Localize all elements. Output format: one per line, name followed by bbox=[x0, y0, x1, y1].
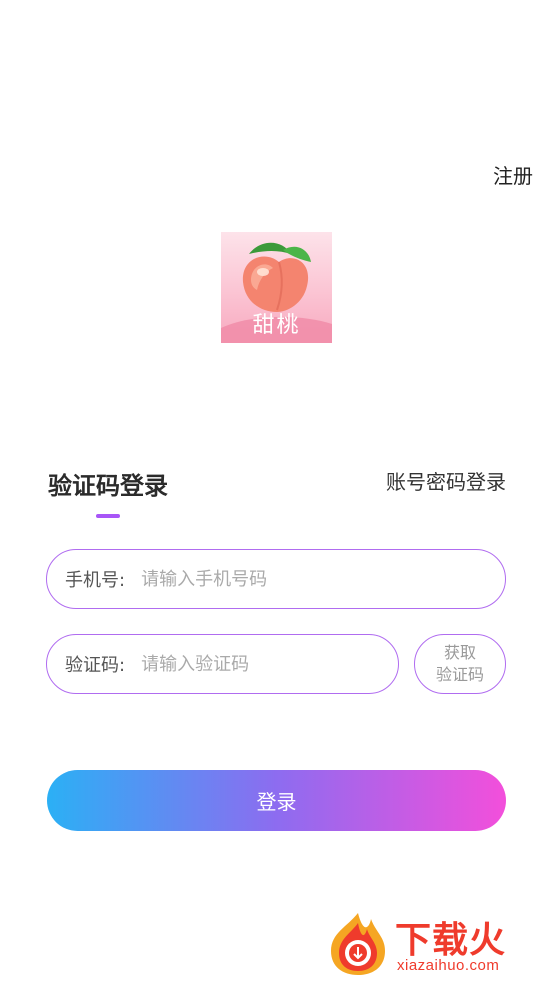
tab-sms-login[interactable]: 验证码登录 bbox=[48, 466, 168, 501]
active-tab-indicator bbox=[96, 514, 120, 518]
watermark: 下载火 xiazaihuo.com bbox=[325, 905, 553, 983]
phone-field[interactable]: 手机号: bbox=[46, 549, 506, 609]
watermark-url: xiazaihuo.com bbox=[397, 957, 500, 974]
register-link[interactable]: 注册 bbox=[493, 160, 533, 189]
code-input[interactable] bbox=[139, 652, 398, 676]
get-code-line2: 验证码 bbox=[435, 665, 484, 684]
login-button[interactable]: 登录 bbox=[47, 770, 506, 831]
tab-password-login[interactable]: 账号密码登录 bbox=[386, 466, 506, 495]
get-code-line1: 获取 bbox=[443, 643, 476, 662]
watermark-title: 下载火 bbox=[395, 920, 507, 961]
app-logo: 甜桃 bbox=[221, 232, 332, 343]
code-field[interactable]: 验证码: bbox=[46, 634, 399, 694]
code-label: 验证码: bbox=[65, 655, 126, 676]
get-code-button[interactable]: 获取 验证码 bbox=[414, 634, 506, 694]
flame-logo-icon bbox=[331, 913, 385, 975]
logo-text: 甜桃 bbox=[252, 313, 301, 338]
phone-input[interactable] bbox=[139, 567, 505, 591]
phone-label: 手机号: bbox=[65, 570, 126, 591]
